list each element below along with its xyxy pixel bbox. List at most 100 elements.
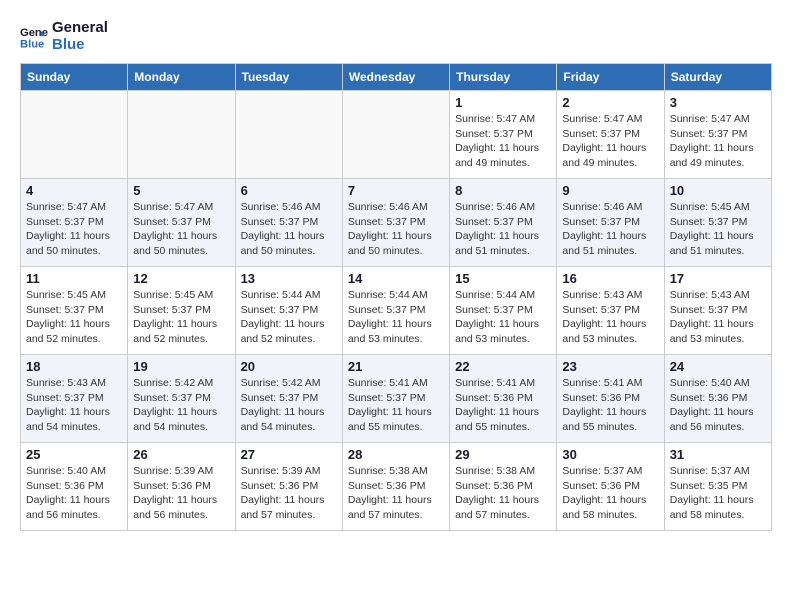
- day-number: 26: [133, 447, 229, 462]
- day-number: 18: [26, 359, 122, 374]
- day-number: 6: [241, 183, 337, 198]
- day-info: Sunrise: 5:40 AMSunset: 5:36 PMDaylight:…: [670, 376, 766, 435]
- day-number: 28: [348, 447, 444, 462]
- day-info: Sunrise: 5:39 AMSunset: 5:36 PMDaylight:…: [133, 464, 229, 523]
- day-number: 31: [670, 447, 766, 462]
- calendar-day-cell: 21 Sunrise: 5:41 AMSunset: 5:37 PMDayligh…: [342, 355, 449, 443]
- calendar-week-row: 11Sunrise: 5:45 AMSunset: 5:37 PMDayligh…: [21, 267, 772, 355]
- weekday-header-wednesday: Wednesday: [342, 64, 449, 91]
- calendar-day-cell: 31 Sunrise: 5:37 AMSunset: 5:35 PMDayligh…: [664, 443, 771, 531]
- calendar-day-cell: 16 Sunrise: 5:43 AMSunset: 5:37 PMDayligh…: [557, 267, 664, 355]
- calendar-week-row: 4 Sunrise: 5:47 AMSunset: 5:37 PMDaylight…: [21, 179, 772, 267]
- day-info: Sunrise: 5:45 AMSunset: 5:37 PMDaylight:…: [26, 288, 122, 347]
- day-number: 2: [562, 95, 658, 110]
- calendar-day-cell: 14Sunrise: 5:44 AMSunset: 5:37 PMDayligh…: [342, 267, 449, 355]
- calendar-day-cell: 26 Sunrise: 5:39 AMSunset: 5:36 PMDayligh…: [128, 443, 235, 531]
- weekday-header-thursday: Thursday: [450, 64, 557, 91]
- weekday-header-friday: Friday: [557, 64, 664, 91]
- logo-blue: Blue: [52, 37, 108, 54]
- calendar-day-cell: 8 Sunrise: 5:46 AMSunset: 5:37 PMDaylight…: [450, 179, 557, 267]
- day-info: Sunrise: 5:41 AMSunset: 5:36 PMDaylight:…: [455, 376, 551, 435]
- day-info: Sunrise: 5:45 AMSunset: 5:37 PMDaylight:…: [133, 288, 229, 347]
- day-info: Sunrise: 5:43 AMSunset: 5:37 PMDaylight:…: [670, 288, 766, 347]
- calendar-day-cell: 19Sunrise: 5:42 AMSunset: 5:37 PMDayligh…: [128, 355, 235, 443]
- day-info: Sunrise: 5:39 AMSunset: 5:36 PMDaylight:…: [241, 464, 337, 523]
- day-info: Sunrise: 5:44 AMSunset: 5:37 PMDaylight:…: [455, 288, 551, 347]
- day-number: 9: [562, 183, 658, 198]
- day-info: Sunrise: 5:43 AMSunset: 5:37 PMDaylight:…: [26, 376, 122, 435]
- calendar-day-cell: [21, 91, 128, 179]
- calendar-day-cell: 12Sunrise: 5:45 AMSunset: 5:37 PMDayligh…: [128, 267, 235, 355]
- calendar-day-cell: 18 Sunrise: 5:43 AMSunset: 5:37 PMDayligh…: [21, 355, 128, 443]
- day-info: Sunrise: 5:37 AMSunset: 5:35 PMDaylight:…: [670, 464, 766, 523]
- day-number: 30: [562, 447, 658, 462]
- day-number: 14: [348, 271, 444, 286]
- calendar-day-cell: 30 Sunrise: 5:37 AMSunset: 5:36 PMDayligh…: [557, 443, 664, 531]
- calendar-day-cell: 3 Sunrise: 5:47 AMSunset: 5:37 PMDaylight…: [664, 91, 771, 179]
- day-number: 3: [670, 95, 766, 110]
- day-number: 29: [455, 447, 551, 462]
- calendar-day-cell: 15 Sunrise: 5:44 AMSunset: 5:37 PMDayligh…: [450, 267, 557, 355]
- calendar-day-cell: 10 Sunrise: 5:45 AMSunset: 5:37 PMDayligh…: [664, 179, 771, 267]
- calendar-day-cell: 4 Sunrise: 5:47 AMSunset: 5:37 PMDaylight…: [21, 179, 128, 267]
- calendar-week-row: 1Sunrise: 5:47 AMSunset: 5:37 PMDaylight…: [21, 91, 772, 179]
- page-header: General Blue General Blue: [20, 20, 772, 53]
- calendar-table: SundayMondayTuesdayWednesdayThursdayFrid…: [20, 63, 772, 531]
- day-info: Sunrise: 5:42 AMSunset: 5:37 PMDaylight:…: [241, 376, 337, 435]
- day-info: Sunrise: 5:47 AMSunset: 5:37 PMDaylight:…: [562, 112, 658, 171]
- day-info: Sunrise: 5:37 AMSunset: 5:36 PMDaylight:…: [562, 464, 658, 523]
- weekday-header-tuesday: Tuesday: [235, 64, 342, 91]
- day-info: Sunrise: 5:38 AMSunset: 5:36 PMDaylight:…: [348, 464, 444, 523]
- calendar-day-cell: 23Sunrise: 5:41 AMSunset: 5:36 PMDayligh…: [557, 355, 664, 443]
- day-info: Sunrise: 5:46 AMSunset: 5:37 PMDaylight:…: [455, 200, 551, 259]
- day-number: 4: [26, 183, 122, 198]
- day-info: Sunrise: 5:47 AMSunset: 5:37 PMDaylight:…: [133, 200, 229, 259]
- day-info: Sunrise: 5:41 AMSunset: 5:37 PMDaylight:…: [348, 376, 444, 435]
- calendar-day-cell: 9 Sunrise: 5:46 AMSunset: 5:37 PMDaylight…: [557, 179, 664, 267]
- calendar-day-cell: 29 Sunrise: 5:38 AMSunset: 5:36 PMDayligh…: [450, 443, 557, 531]
- day-number: 20: [241, 359, 337, 374]
- day-number: 19: [133, 359, 229, 374]
- calendar-day-cell: 17Sunrise: 5:43 AMSunset: 5:37 PMDayligh…: [664, 267, 771, 355]
- day-info: Sunrise: 5:40 AMSunset: 5:36 PMDaylight:…: [26, 464, 122, 523]
- day-number: 21: [348, 359, 444, 374]
- logo-icon: General Blue: [20, 23, 48, 51]
- svg-text:General: General: [20, 27, 48, 39]
- calendar-day-cell: 1Sunrise: 5:47 AMSunset: 5:37 PMDaylight…: [450, 91, 557, 179]
- svg-text:Blue: Blue: [20, 38, 44, 50]
- day-info: Sunrise: 5:44 AMSunset: 5:37 PMDaylight:…: [241, 288, 337, 347]
- calendar-day-cell: 22Sunrise: 5:41 AMSunset: 5:36 PMDayligh…: [450, 355, 557, 443]
- day-number: 8: [455, 183, 551, 198]
- calendar-day-cell: 25 Sunrise: 5:40 AMSunset: 5:36 PMDayligh…: [21, 443, 128, 531]
- day-info: Sunrise: 5:47 AMSunset: 5:37 PMDaylight:…: [455, 112, 551, 171]
- day-info: Sunrise: 5:43 AMSunset: 5:37 PMDaylight:…: [562, 288, 658, 347]
- day-info: Sunrise: 5:47 AMSunset: 5:37 PMDaylight:…: [26, 200, 122, 259]
- calendar-day-cell: [128, 91, 235, 179]
- calendar-day-cell: 13Sunrise: 5:44 AMSunset: 5:37 PMDayligh…: [235, 267, 342, 355]
- calendar-day-cell: 6Sunrise: 5:46 AMSunset: 5:37 PMDaylight…: [235, 179, 342, 267]
- calendar-day-cell: 27 Sunrise: 5:39 AMSunset: 5:36 PMDayligh…: [235, 443, 342, 531]
- weekday-header-monday: Monday: [128, 64, 235, 91]
- calendar-day-cell: [235, 91, 342, 179]
- calendar-day-cell: 20 Sunrise: 5:42 AMSunset: 5:37 PMDayligh…: [235, 355, 342, 443]
- weekday-header-sunday: Sunday: [21, 64, 128, 91]
- day-info: Sunrise: 5:38 AMSunset: 5:36 PMDaylight:…: [455, 464, 551, 523]
- day-number: 25: [26, 447, 122, 462]
- day-number: 27: [241, 447, 337, 462]
- calendar-day-cell: 5 Sunrise: 5:47 AMSunset: 5:37 PMDaylight…: [128, 179, 235, 267]
- day-info: Sunrise: 5:46 AMSunset: 5:37 PMDaylight:…: [562, 200, 658, 259]
- calendar-week-row: 25 Sunrise: 5:40 AMSunset: 5:36 PMDayligh…: [21, 443, 772, 531]
- calendar-day-cell: 7Sunrise: 5:46 AMSunset: 5:37 PMDaylight…: [342, 179, 449, 267]
- day-number: 7: [348, 183, 444, 198]
- day-number: 16: [562, 271, 658, 286]
- day-number: 15: [455, 271, 551, 286]
- day-number: 24: [670, 359, 766, 374]
- calendar-week-row: 18 Sunrise: 5:43 AMSunset: 5:37 PMDayligh…: [21, 355, 772, 443]
- weekday-header-saturday: Saturday: [664, 64, 771, 91]
- logo: General Blue General Blue: [20, 20, 108, 53]
- day-number: 10: [670, 183, 766, 198]
- day-info: Sunrise: 5:45 AMSunset: 5:37 PMDaylight:…: [670, 200, 766, 259]
- day-number: 5: [133, 183, 229, 198]
- calendar-day-cell: 28 Sunrise: 5:38 AMSunset: 5:36 PMDayligh…: [342, 443, 449, 531]
- day-info: Sunrise: 5:47 AMSunset: 5:37 PMDaylight:…: [670, 112, 766, 171]
